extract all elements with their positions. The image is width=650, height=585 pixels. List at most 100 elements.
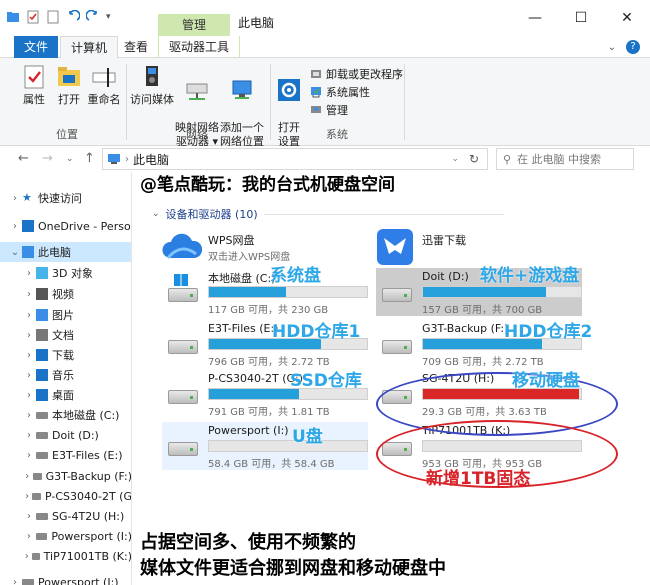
undo-icon[interactable] [66,10,80,24]
properties-button[interactable]: 属性 [14,64,54,107]
collapse-chevron-icon[interactable]: › [22,268,36,279]
help-icon[interactable]: ? [626,40,640,54]
forward-arrow-icon[interactable]: → [42,151,53,166]
group-network-label: 网络 [186,128,208,141]
collapse-chevron-icon[interactable]: › [22,531,36,542]
tab-file[interactable]: 文件 [14,36,59,58]
nav-item[interactable]: › Powersport (I:) [0,572,131,585]
document-icon [36,329,48,341]
collapse-chevron-icon[interactable]: › [22,370,36,381]
breadcrumb-chevron-icon: › [125,153,129,165]
nav-item[interactable]: › 音乐 [0,365,131,385]
drive-tile[interactable]: Powersport (I:) 58.4 GB 可用，共 58.4 GB [162,422,368,470]
nav-item-label: 图片 [52,309,74,322]
collapse-chevron-icon[interactable]: › [22,310,36,321]
nav-item[interactable]: › TiP71001TB (K:) [0,546,131,566]
collapse-chevron-icon[interactable]: › [22,350,36,361]
nav-item-label: Powersport (I:) [38,575,119,585]
add-network-location-button[interactable]: 添加一个 网络位置 [218,64,266,149]
collapse-chevron-icon[interactable]: › [22,450,36,461]
nav-item[interactable]: › 文档 [0,325,131,345]
folder-app-icon [7,12,19,22]
nav-item[interactable]: › 桌面 [0,385,131,405]
open-settings-button[interactable]: 打开 设置 [274,64,304,149]
collapse-chevron-icon[interactable]: › [8,577,22,585]
nav-item[interactable]: › OneDrive - Perso [0,216,131,236]
minimize-button[interactable]: — [512,0,558,36]
expand-chevron-icon[interactable]: ⌄ [8,247,22,258]
drive-icon [32,492,41,500]
collapse-chevron-icon[interactable]: › [22,491,32,502]
nav-item[interactable]: › ★ 快速访问 [0,188,131,208]
collapse-chevron-icon[interactable]: › [22,410,36,421]
nav-item[interactable]: ⌄ 此电脑 [0,242,131,262]
collapse-chevron-icon[interactable]: › [22,430,36,441]
hard-drive-icon [168,438,198,460]
collapse-chevron-icon[interactable]: › [22,551,32,562]
qat-dropdown-icon[interactable]: ▾ [106,12,111,22]
windows-drive-icon [168,274,198,306]
nav-item-label: 3D 对象 [52,267,93,280]
nav-item[interactable]: › SG-4T2U (H:) [0,506,131,526]
nav-item[interactable]: › P-CS3040-2T (G [0,486,131,506]
uninstall-program-button[interactable]: 卸载或更改程序 [310,66,403,82]
context-tab-manage[interactable]: 管理 [158,14,230,36]
drive-name: G3T-Backup (F:) [422,322,509,335]
nav-item[interactable]: › 3D 对象 [0,263,131,283]
system-properties-icon [311,87,321,98]
computer-icon [22,246,34,258]
devices-group-header[interactable]: ⌄ 设备和驱动器 (10) [152,206,504,222]
open-button[interactable]: 打开 [52,64,86,107]
nav-item[interactable]: › G3T-Backup (F:) [0,466,131,486]
hard-drive-icon [168,386,198,408]
nav-item[interactable]: › 下载 [0,345,131,365]
new-folder-icon[interactable] [46,10,60,24]
drive-name: Powersport (I:) [208,424,289,437]
navigation-pane: › ★ 快速访问 › OneDrive - Perso ⌄ 此电脑 › 3D 对象 › 视频 › 图片 ›… [0,172,132,585]
collapse-chevron-icon[interactable]: › [22,390,36,401]
collapse-chevron-icon[interactable]: › [22,471,33,482]
tab-drive-tools[interactable]: 驱动器工具 [158,36,241,58]
group-divider [263,213,504,215]
properties-check-icon[interactable] [26,10,40,24]
drive-usage-bar [208,440,368,452]
rename-button[interactable]: 重命名 [86,64,122,107]
collapse-chevron-icon[interactable]: › [22,330,36,341]
manage-button[interactable]: 管理 [310,102,348,118]
nav-item-label: E3T-Files (E:) [52,448,123,462]
caption-line-1: 占据空间多、使用不频繁的 [140,532,356,553]
drive-tile[interactable]: 本地磁盘 (C:) 117 GB 可用，共 230 GB [162,268,368,316]
recent-dropdown-icon[interactable]: ⌄ [66,154,74,164]
tab-view[interactable]: 查看 [114,36,158,58]
close-button[interactable]: ✕ [604,0,650,36]
redo-icon[interactable] [86,10,100,24]
collapse-chevron-icon[interactable]: › [22,289,36,300]
back-arrow-icon[interactable]: ← [18,151,29,166]
search-input[interactable]: ⚲ 在 此电脑 中搜索 [496,148,634,170]
headline-annotation: @笔点酷玩：我的台式机硬盘空间 [140,175,395,195]
nav-item-label: 快速访问 [38,192,82,205]
address-field[interactable]: › 此电脑 ⌄ ↻ [102,148,488,170]
tab-computer[interactable]: 计算机 [60,36,119,58]
hard-drive-icon [382,336,412,358]
collapse-chevron-icon[interactable]: › [22,511,36,522]
ribbon-tabs: 文件 计算机 查看 驱动器工具 ⌄ ? [0,36,650,58]
ribbon-expand-icon[interactable]: ⌄ [608,42,616,53]
nav-item[interactable]: › 本地磁盘 (C:) [0,405,131,425]
collapse-chevron-icon[interactable]: › [8,193,22,204]
refresh-icon[interactable]: ↻ [469,152,479,166]
nav-item[interactable]: › 视频 [0,284,131,304]
nav-item[interactable]: › Doit (D:) [0,425,131,445]
access-media-button[interactable]: 访问媒体 [130,64,174,107]
nav-item[interactable]: › 图片 [0,305,131,325]
system-properties-button[interactable]: 系统属性 [310,84,370,100]
collapse-chevron-icon[interactable]: › [8,221,22,232]
drive-name: 本地磁盘 (C:) [208,272,276,285]
devices-group-title: 设备和驱动器 (10) [165,208,258,221]
nav-item[interactable]: › E3T-Files (E:) [0,445,131,465]
up-arrow-icon[interactable]: ↑ [84,151,95,166]
maximize-button[interactable]: ☐ [558,0,604,36]
breadcrumb[interactable]: 此电脑 [133,151,169,168]
address-dropdown-icon[interactable]: ⌄ [451,154,459,164]
nav-item[interactable]: › Powersport (I:) [0,526,131,546]
